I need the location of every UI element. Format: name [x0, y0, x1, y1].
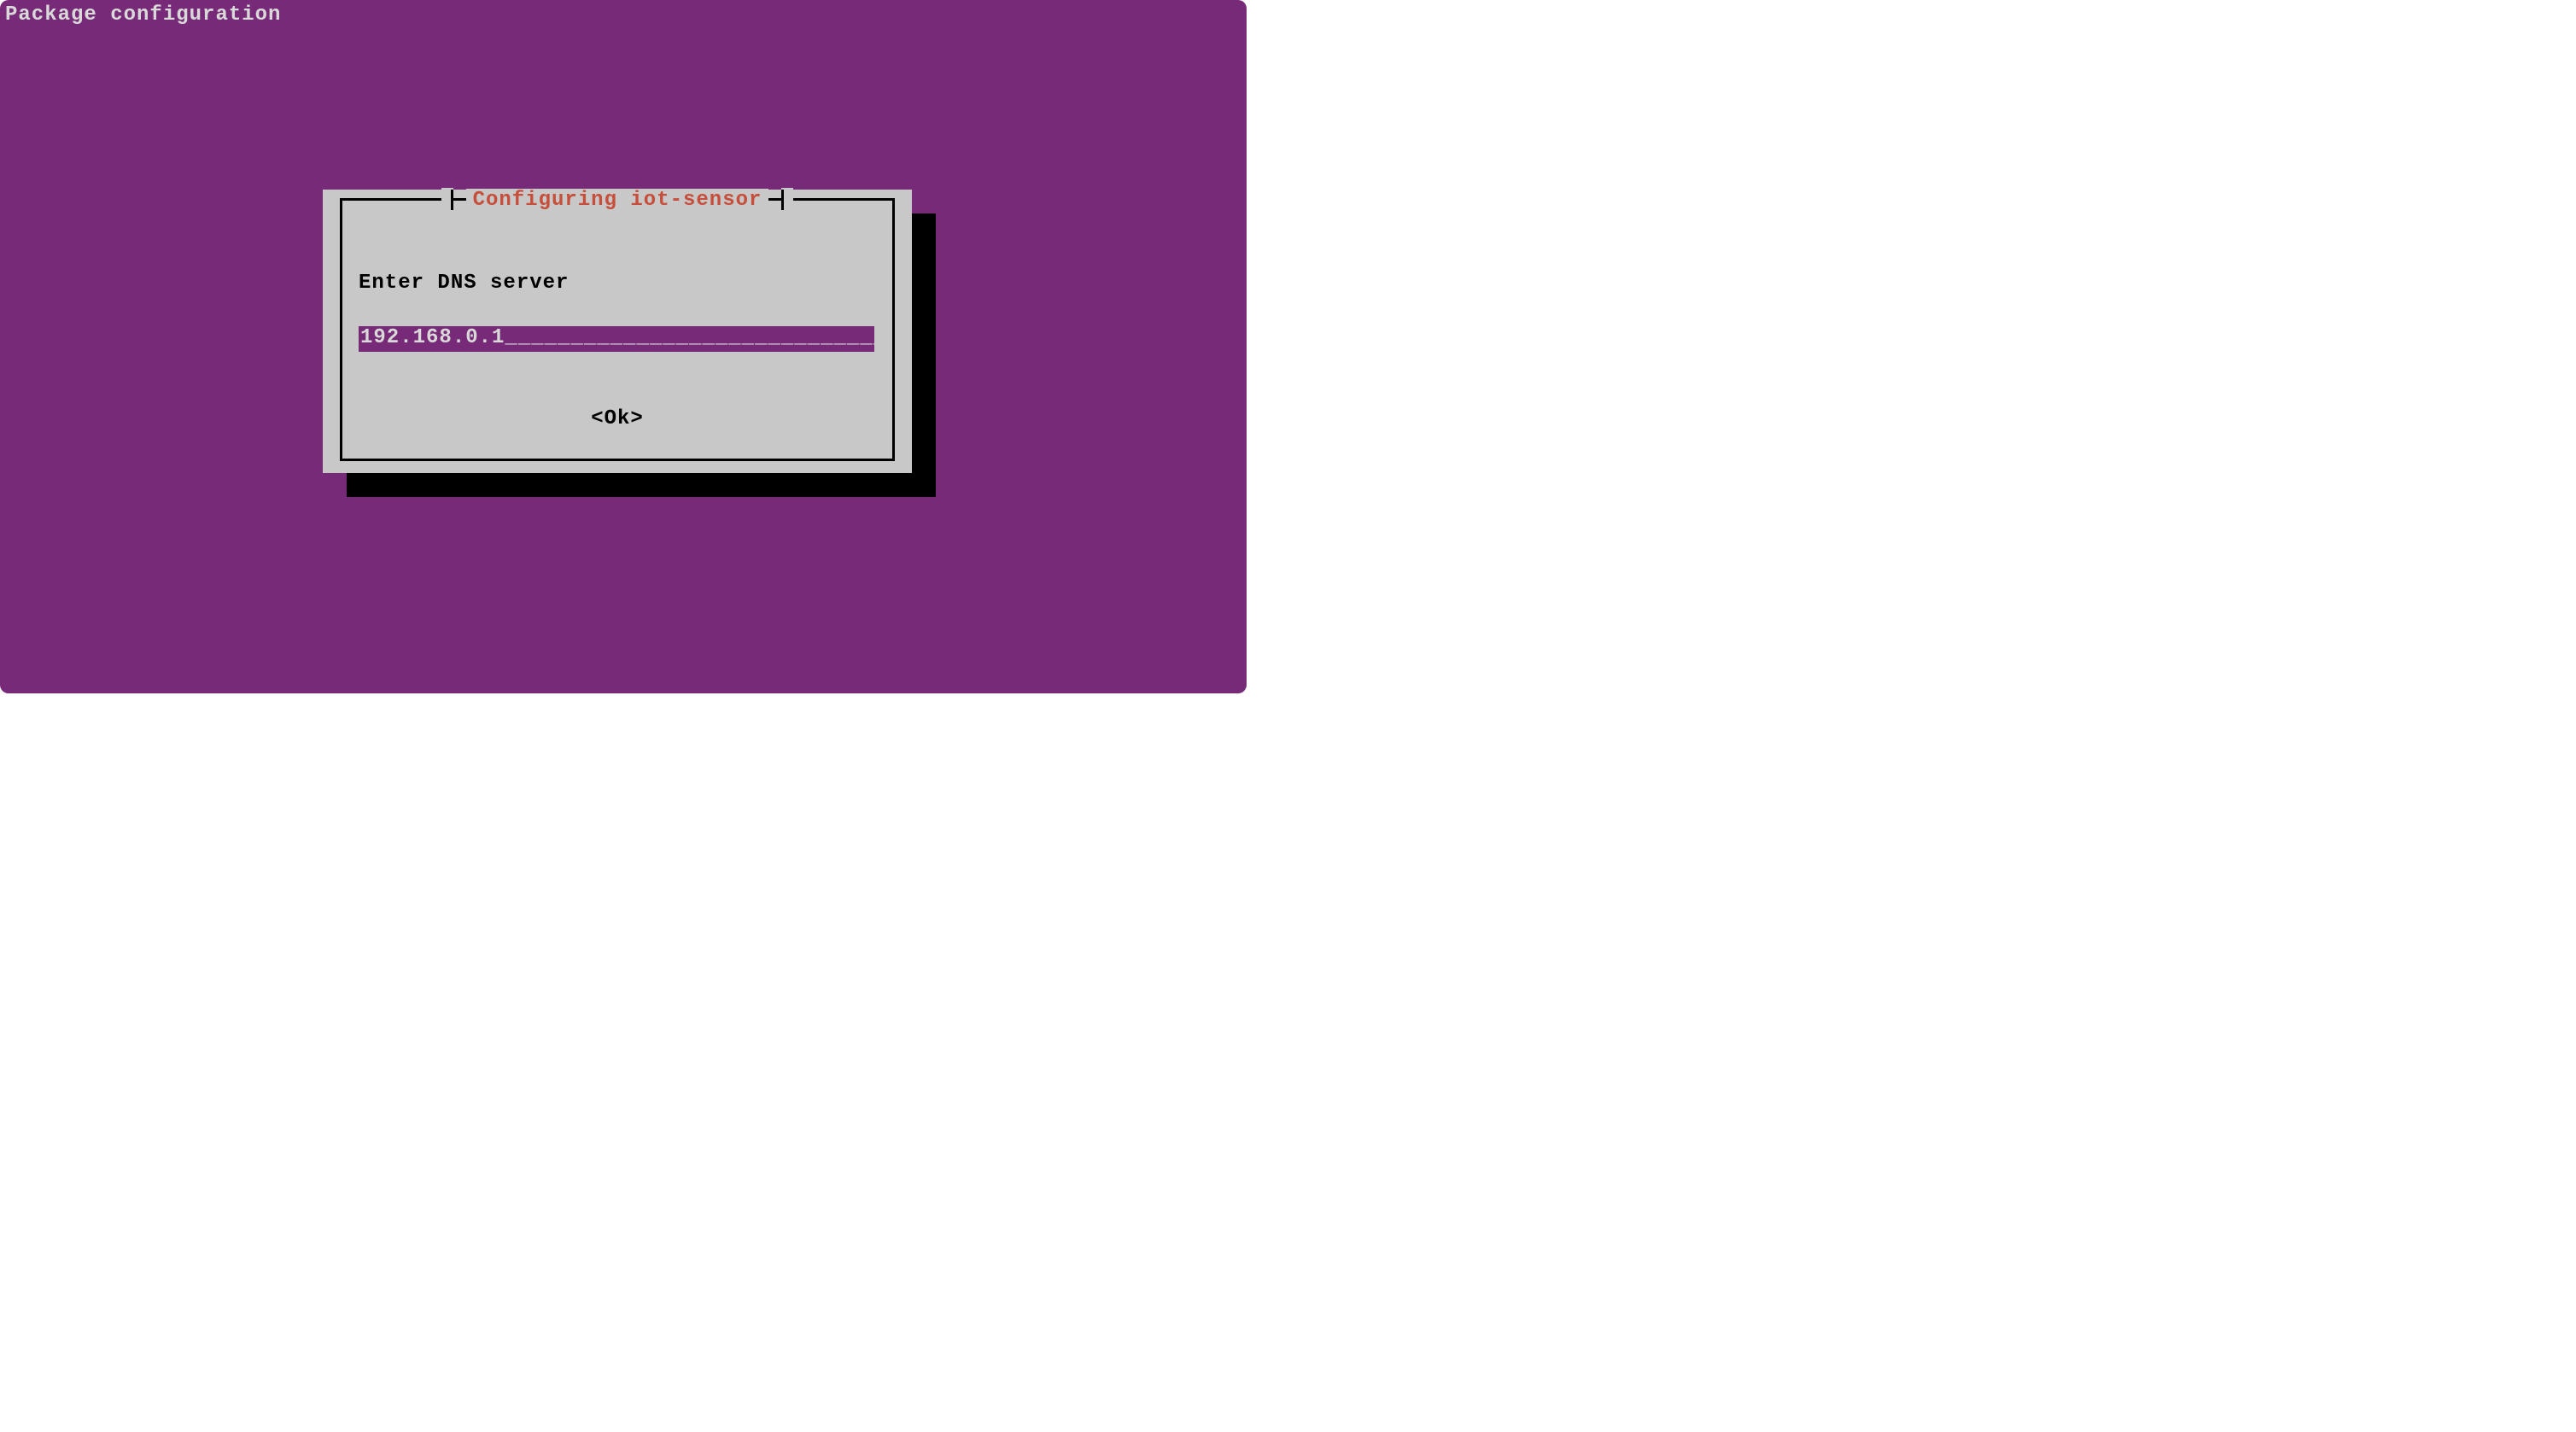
dialog-title-row: Configuring iot-sensor	[342, 188, 892, 213]
terminal-screen: Package configuration Configuring iot-se…	[0, 0, 1247, 693]
frame-tee-right-icon	[781, 188, 793, 212]
dialog-title: Configuring iot-sensor	[466, 189, 769, 213]
dialog-container: Configuring iot-sensor Enter DNS server …	[323, 190, 912, 473]
dns-server-input[interactable]: 192.168.0.1_____________________________	[359, 326, 874, 352]
dns-prompt-label: Enter DNS server	[359, 272, 569, 296]
config-dialog: Configuring iot-sensor Enter DNS server …	[323, 190, 912, 473]
page-title: Package configuration	[5, 3, 281, 28]
ok-button[interactable]: <Ok>	[323, 407, 912, 432]
frame-tee-left-icon	[441, 188, 453, 212]
